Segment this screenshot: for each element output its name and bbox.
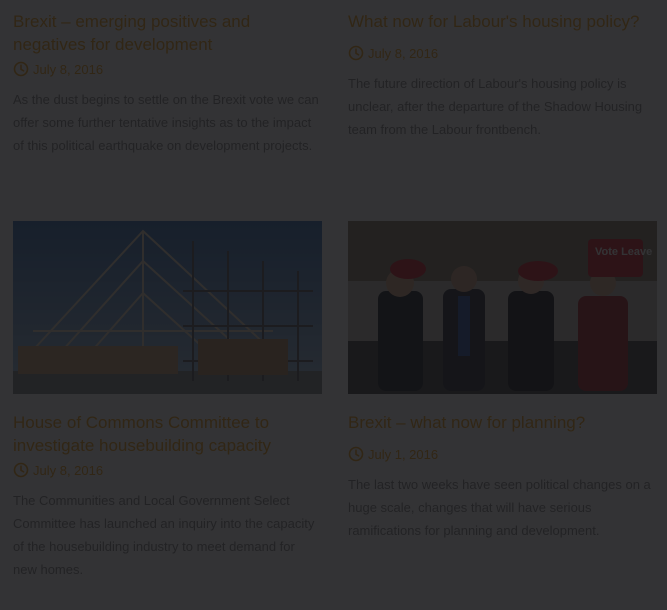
post-title-link[interactable]: What now for Labour's housing policy?	[348, 10, 657, 33]
svg-text:Vote Leave: Vote Leave	[595, 246, 652, 258]
clock-icon	[13, 61, 29, 77]
post-card: What now for Labour's housing policy? Ju…	[348, 10, 657, 141]
post-date: July 8, 2016	[368, 45, 439, 61]
post-excerpt: The last two weeks have seen political c…	[348, 477, 651, 538]
post-title-link[interactable]: Brexit – emerging positives and negative…	[13, 10, 322, 56]
post-thumbnail-rally-image[interactable]: Vote Leave	[348, 221, 657, 394]
post-meta: July 1, 2016	[348, 445, 657, 463]
post-meta: July 8, 2016	[13, 60, 322, 78]
post-title-link[interactable]: Brexit – what now for planning?	[348, 411, 657, 434]
post-meta: July 8, 2016	[348, 44, 657, 62]
post-date: July 8, 2016	[33, 462, 104, 478]
post-card: House of Commons Committee to investigat…	[13, 221, 322, 581]
clock-icon	[13, 462, 29, 478]
post-title-link[interactable]: House of Commons Committee to investigat…	[13, 411, 322, 457]
post-excerpt: As the dust begins to settle on the Brex…	[13, 92, 319, 153]
post-meta: July 8, 2016	[13, 461, 322, 479]
post-excerpt: The future direction of Labour's housing…	[348, 76, 643, 137]
post-card: Brexit – emerging positives and negative…	[13, 10, 322, 157]
clock-icon	[348, 446, 364, 462]
post-date: July 8, 2016	[33, 61, 104, 77]
post-thumbnail-construction-image[interactable]	[13, 221, 322, 394]
post-card: Vote Leave Brexit – what now for plannin…	[348, 221, 657, 542]
blog-post-grid: Brexit – emerging positives and negative…	[0, 0, 667, 610]
clock-icon	[348, 45, 364, 61]
post-date: July 1, 2016	[368, 446, 439, 462]
post-excerpt: The Communities and Local Government Sel…	[13, 493, 315, 577]
